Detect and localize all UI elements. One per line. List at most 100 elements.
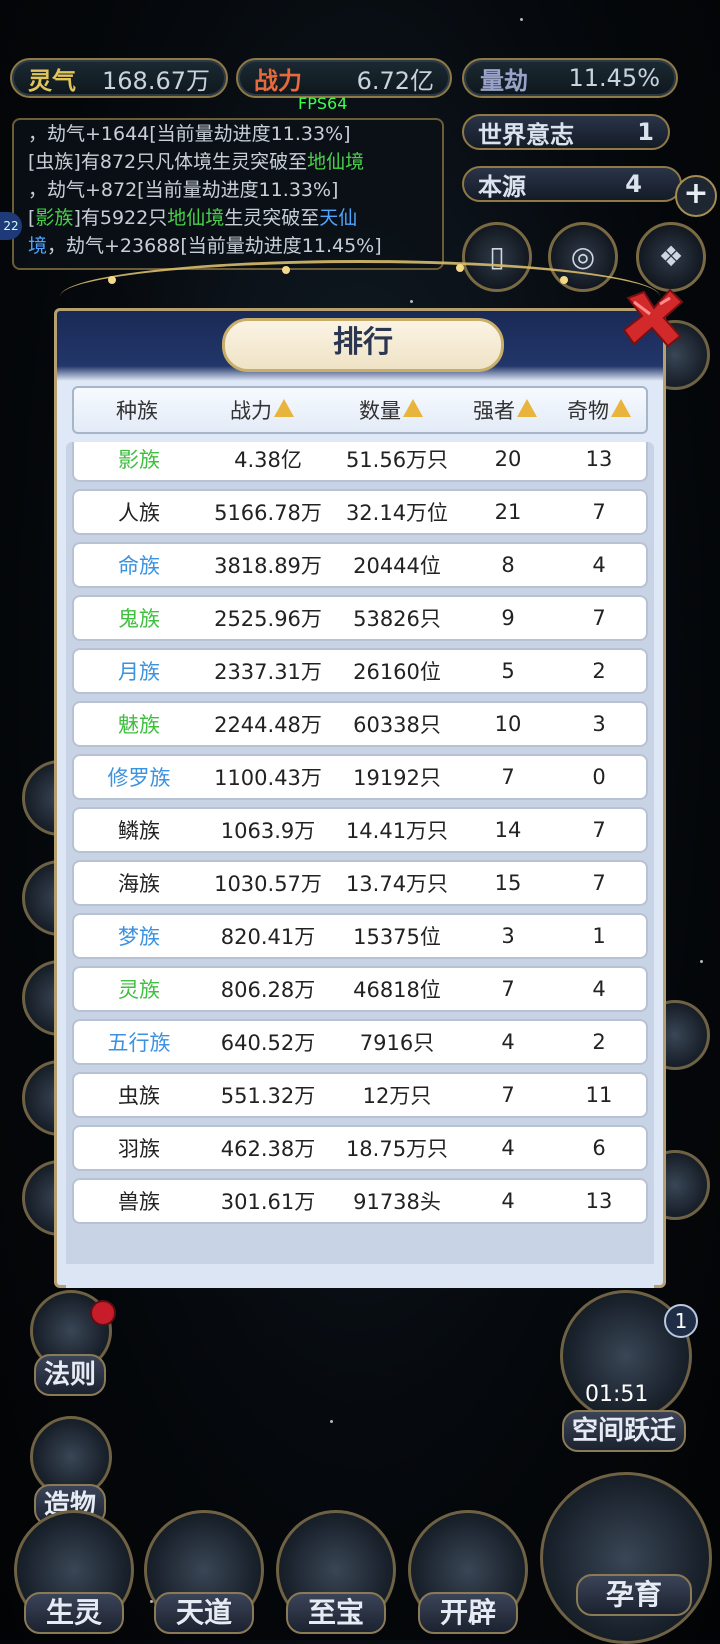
items-value: 11 <box>585 1083 613 1107</box>
nurture-button[interactable] <box>540 1472 712 1644</box>
items-value: 6 <box>592 1136 606 1160</box>
count-value: 18.75万只 <box>345 1137 449 1161</box>
ranking-list[interactable]: 影族 4.38亿 51.56万只 20 13 人族 5166.78万 32.14… <box>66 442 654 1272</box>
count-value: 19192只 <box>353 766 441 790</box>
table-row[interactable]: 兽族 301.61万 91738头 4 13 <box>72 1178 648 1224</box>
strong-value: 10 <box>494 712 522 736</box>
table-row[interactable]: 虫族 551.32万 12万只 7 11 <box>72 1072 648 1118</box>
strong-value: 15 <box>494 871 522 895</box>
table-row[interactable]: 灵族 806.28万 46818位 7 4 <box>72 966 648 1012</box>
items-value: 7 <box>592 500 606 524</box>
ranking-title: 排行 <box>222 318 504 372</box>
race-name: 命族 <box>118 554 160 578</box>
items-value: 4 <box>592 977 606 1001</box>
count-value: 91738头 <box>353 1190 441 1214</box>
race-name: 修罗族 <box>107 766 171 790</box>
count-value: 13.74万只 <box>345 872 449 896</box>
list-bottom-mask <box>66 1264 654 1288</box>
add-origin-button[interactable]: + <box>675 175 717 217</box>
lingqi-label: 灵气 <box>28 66 76 95</box>
space-jump-label: 空间跃迁 <box>562 1410 687 1452</box>
table-row[interactable]: 修罗族 1100.43万 19192只 7 0 <box>72 754 648 800</box>
count-value: 51.56万只 <box>345 448 449 472</box>
ranking-header: 种族 战力 数量 强者 奇物 <box>72 386 648 434</box>
table-row[interactable]: 命族 3818.89万 20444位 8 4 <box>72 542 648 588</box>
arch-dot <box>108 276 116 284</box>
strong-value: 4 <box>501 1136 515 1160</box>
power-value: 5166.78万 <box>214 501 322 525</box>
event-log[interactable]: ，劫气+1644[当前量劫进度11.33%] [虫族]有872只凡体境生灵突破至… <box>12 118 444 270</box>
sort-power-button[interactable]: 战力 <box>200 395 324 425</box>
resource-liangjie: 量劫 11.45% <box>462 58 678 98</box>
count-value: 14.41万只 <box>345 819 449 843</box>
sort-count-button[interactable]: 数量 <box>324 395 458 425</box>
power-value: 2525.96万 <box>214 607 322 631</box>
power-value: 1100.43万 <box>214 766 322 790</box>
table-row[interactable]: 影族 4.38亿 51.56万只 20 13 <box>72 442 648 482</box>
items-value: 1 <box>592 924 606 948</box>
table-row[interactable]: 魅族 2244.48万 60338只 10 3 <box>72 701 648 747</box>
arch-dot <box>282 266 290 274</box>
race-name: 影族 <box>118 448 160 472</box>
sort-arrow-icon <box>611 399 631 417</box>
strong-value: 9 <box>501 606 515 630</box>
fps-counter: FPS64 <box>298 94 348 113</box>
race-name: 梦族 <box>118 925 160 949</box>
close-icon[interactable] <box>620 284 688 352</box>
space-jump-badge: 1 <box>664 1304 698 1338</box>
table-row[interactable]: 羽族 462.38万 18.75万只 4 6 <box>72 1125 648 1171</box>
table-row[interactable]: 月族 2337.31万 26160位 5 2 <box>72 648 648 694</box>
scroll-icon[interactable]: ❖ <box>636 222 706 292</box>
table-row[interactable]: 人族 5166.78万 32.14万位 21 7 <box>72 489 648 535</box>
resource-lingqi: 灵气 168.67万 <box>10 58 228 98</box>
count-value: 53826只 <box>353 607 441 631</box>
power-value: 820.41万 <box>220 925 316 949</box>
power-value: 551.32万 <box>220 1084 316 1108</box>
origin-label: 本源 <box>478 172 526 201</box>
sort-items-button[interactable]: 奇物 <box>552 395 646 425</box>
items-value: 7 <box>592 818 606 842</box>
power-value: 1030.57万 <box>214 872 322 896</box>
liangjie-label: 量劫 <box>480 66 528 95</box>
sort-arrow-icon <box>403 399 423 417</box>
items-value: 7 <box>592 606 606 630</box>
origin-value: 4 <box>625 170 642 198</box>
zhanli-value: 6.72亿 <box>356 66 434 95</box>
table-row[interactable]: 五行族 640.52万 7916只 4 2 <box>72 1019 648 1065</box>
table-row[interactable]: 鳞族 1063.9万 14.41万只 14 7 <box>72 807 648 853</box>
power-value: 4.38亿 <box>234 448 302 472</box>
world-will-pill: 世界意志 1 <box>462 114 670 150</box>
resource-zhanli: 战力 6.72亿 <box>236 58 452 98</box>
space-jump-timer: 01:51 <box>585 1382 649 1407</box>
liangjie-value: 11.45% <box>568 64 660 92</box>
table-row[interactable]: 梦族 820.41万 15375位 3 1 <box>72 913 648 959</box>
table-row[interactable]: 鬼族 2525.96万 53826只 9 7 <box>72 595 648 641</box>
race-name: 五行族 <box>107 1031 171 1055</box>
strong-value: 4 <box>501 1189 515 1213</box>
strong-value: 20 <box>494 447 522 471</box>
count-value: 15375位 <box>353 925 441 949</box>
header-race: 种族 <box>116 399 158 423</box>
sort-arrow-icon <box>274 399 294 417</box>
heaven-way-label: 天道 <box>154 1592 254 1634</box>
lingqi-value: 168.67万 <box>102 66 210 95</box>
strong-value: 5 <box>501 659 515 683</box>
strong-value: 21 <box>494 500 522 524</box>
race-name: 鬼族 <box>118 607 160 631</box>
strong-value: 3 <box>501 924 515 948</box>
arch-dot <box>456 264 464 272</box>
arch-dot <box>560 276 568 284</box>
race-name: 月族 <box>118 660 160 684</box>
world-will-value: 1 <box>637 118 654 146</box>
table-row[interactable]: 海族 1030.57万 13.74万只 15 7 <box>72 860 648 906</box>
power-value: 462.38万 <box>220 1137 316 1161</box>
items-value: 13 <box>585 1189 613 1213</box>
power-value: 3818.89万 <box>214 554 322 578</box>
law-label: 法则 <box>34 1354 107 1396</box>
strong-value: 14 <box>494 818 522 842</box>
log-line: ，劫气+872[当前量劫进度11.33%] <box>28 179 339 201</box>
power-value: 2244.48万 <box>214 713 322 737</box>
power-value: 1063.9万 <box>220 819 316 843</box>
sort-strong-button[interactable]: 强者 <box>458 395 552 425</box>
power-value: 301.61万 <box>220 1190 316 1214</box>
